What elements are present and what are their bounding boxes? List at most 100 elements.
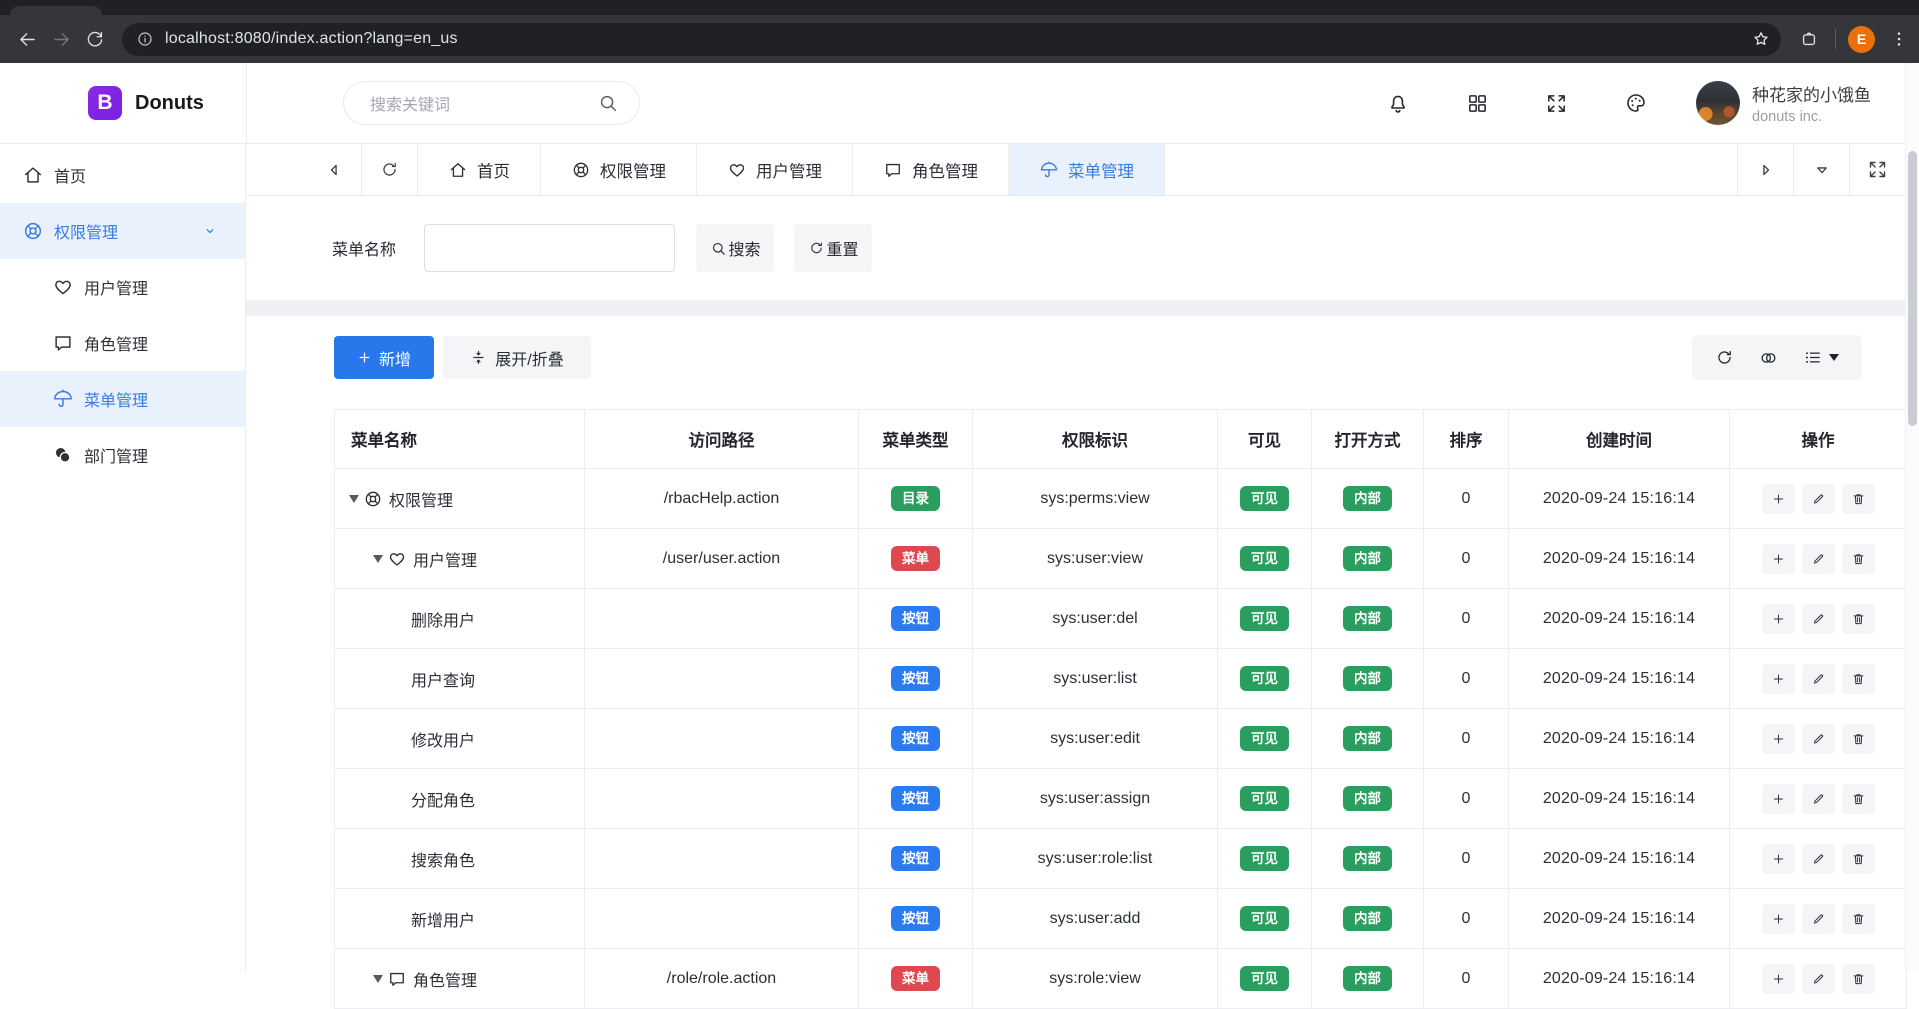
sidebar-item-菜单管理[interactable]: 菜单管理 [0,371,245,427]
sidebar-item-权限管理[interactable]: 权限管理 [0,203,245,259]
row-expand-arrow[interactable] [349,495,359,503]
apps-grid-icon[interactable] [1466,92,1489,115]
sidebar-item-label: 用户管理 [84,275,148,299]
browser-profile-avatar[interactable]: E [1848,26,1875,53]
row-add-button[interactable] [1762,724,1795,754]
browser-reload-button[interactable] [78,22,112,56]
perm-key: sys:role:view [973,949,1218,1009]
theme-palette-icon[interactable] [1624,91,1648,115]
browser-tab[interactable] [10,6,102,15]
fullscreen-icon[interactable] [1545,92,1568,115]
menu-type-badge: 按钮 [891,666,940,692]
browser-forward-button[interactable] [44,22,78,56]
content-fullscreen-button[interactable] [1849,144,1905,195]
row-edit-button[interactable] [1802,664,1835,694]
user-info[interactable]: 种花家的小饿鱼 donuts inc. [1752,81,1919,125]
address-bar[interactable]: localhost:8080/index.action?lang=en_us [122,23,1781,56]
row-delete-button[interactable] [1842,664,1875,694]
toggle-view-icon[interactable] [1759,347,1778,369]
row-edit-button[interactable] [1802,904,1835,934]
search-button[interactable]: 搜索 [696,224,774,272]
row-add-button[interactable] [1762,904,1795,934]
page-scrollbar[interactable] [1905,63,1919,972]
sidebar-item-首页[interactable]: 首页 [0,147,245,203]
brand: B Donuts [0,86,246,120]
open-type-badge: 内部 [1343,606,1392,632]
sidebar-item-用户管理[interactable]: 用户管理 [0,259,245,315]
row-add-button[interactable] [1762,964,1795,994]
page-tab-首页[interactable]: 首页 [418,144,541,195]
row-delete-button[interactable] [1842,604,1875,634]
row-add-button[interactable] [1762,604,1795,634]
row-delete-button[interactable] [1842,964,1875,994]
tabbar-spacer [246,144,306,195]
row-delete-button[interactable] [1842,724,1875,754]
menu-type-badge: 目录 [891,486,940,512]
row-edit-button[interactable] [1802,964,1835,994]
notifications-bell-icon[interactable] [1386,91,1410,115]
reset-button[interactable]: 重置 [794,224,872,272]
visible-badge: 可见 [1240,846,1289,872]
page-tab-菜单管理[interactable]: 菜单管理 [1009,144,1165,195]
menu-path [585,829,859,889]
bookmark-star-icon[interactable] [1751,29,1771,49]
refresh-table-icon[interactable] [1715,348,1734,367]
tabs-scroll-right-button[interactable] [1737,144,1793,195]
perm-key: sys:user:role:list [973,829,1218,889]
user-avatar[interactable] [1696,81,1740,125]
table-toolbar [1692,335,1862,380]
extensions-icon[interactable] [1795,22,1823,56]
page-tab-权限管理[interactable]: 权限管理 [541,144,697,195]
heart-icon [52,276,74,298]
search-icon[interactable] [597,92,619,114]
row-edit-button[interactable] [1802,724,1835,754]
sidebar-item-角色管理[interactable]: 角色管理 [0,315,245,371]
row-delete-button[interactable] [1842,784,1875,814]
tabs-refresh-button[interactable] [362,144,418,195]
row-delete-button[interactable] [1842,844,1875,874]
menu-table: 菜单名称访问路径菜单类型权限标识可见打开方式排序创建时间操作 权限管理 /rba… [334,409,1907,1009]
row-add-button[interactable] [1762,664,1795,694]
row-add-button[interactable] [1762,544,1795,574]
url-text[interactable]: localhost:8080/index.action?lang=en_us [165,30,1743,48]
row-add-button[interactable] [1762,844,1795,874]
row-edit-button[interactable] [1802,544,1835,574]
section-divider [246,300,1905,316]
browser-back-button[interactable] [10,22,44,56]
visible-badge: 可见 [1240,786,1289,812]
row-delete-button[interactable] [1842,544,1875,574]
page-tab-用户管理[interactable]: 用户管理 [697,144,853,195]
site-info-icon[interactable] [136,30,154,48]
row-add-button[interactable] [1762,784,1795,814]
tabbar-fill [1165,144,1737,195]
menu-name: 用户查询 [411,667,475,691]
row-delete-button[interactable] [1842,904,1875,934]
column-header: 操作 [1730,410,1907,469]
page-tab-角色管理[interactable]: 角色管理 [853,144,1009,195]
browser-menu-icon[interactable] [1889,29,1909,49]
browser-tabstrip [0,0,1919,15]
tabs-scroll-left-button[interactable] [306,144,362,195]
row-expand-arrow[interactable] [373,975,383,983]
expand-collapse-button[interactable]: 展开/折叠 [443,336,591,379]
row-expand-arrow[interactable] [373,555,383,563]
sidebar-item-部门管理[interactable]: 部门管理 [0,427,245,483]
page-scrollbar-thumb[interactable] [1908,151,1917,426]
created-time: 2020-09-24 15:16:14 [1509,829,1730,889]
created-time: 2020-09-24 15:16:14 [1509,649,1730,709]
row-edit-button[interactable] [1802,784,1835,814]
row-edit-button[interactable] [1802,484,1835,514]
columns-list-icon[interactable] [1803,348,1839,367]
row-add-button[interactable] [1762,484,1795,514]
table-actions: 新增 展开/折叠 [334,336,1905,379]
global-search-input[interactable]: 搜索关键词 [343,81,640,125]
open-type-badge: 内部 [1343,846,1392,872]
table-row: 权限管理 /rbacHelp.action 目录 sys:perms:view … [335,469,1907,529]
menu-name-input[interactable] [424,224,675,272]
row-delete-button[interactable] [1842,484,1875,514]
row-edit-button[interactable] [1802,844,1835,874]
created-time: 2020-09-24 15:16:14 [1509,889,1730,949]
add-button[interactable]: 新增 [334,336,434,379]
row-edit-button[interactable] [1802,604,1835,634]
tabs-menu-button[interactable] [1793,144,1849,195]
